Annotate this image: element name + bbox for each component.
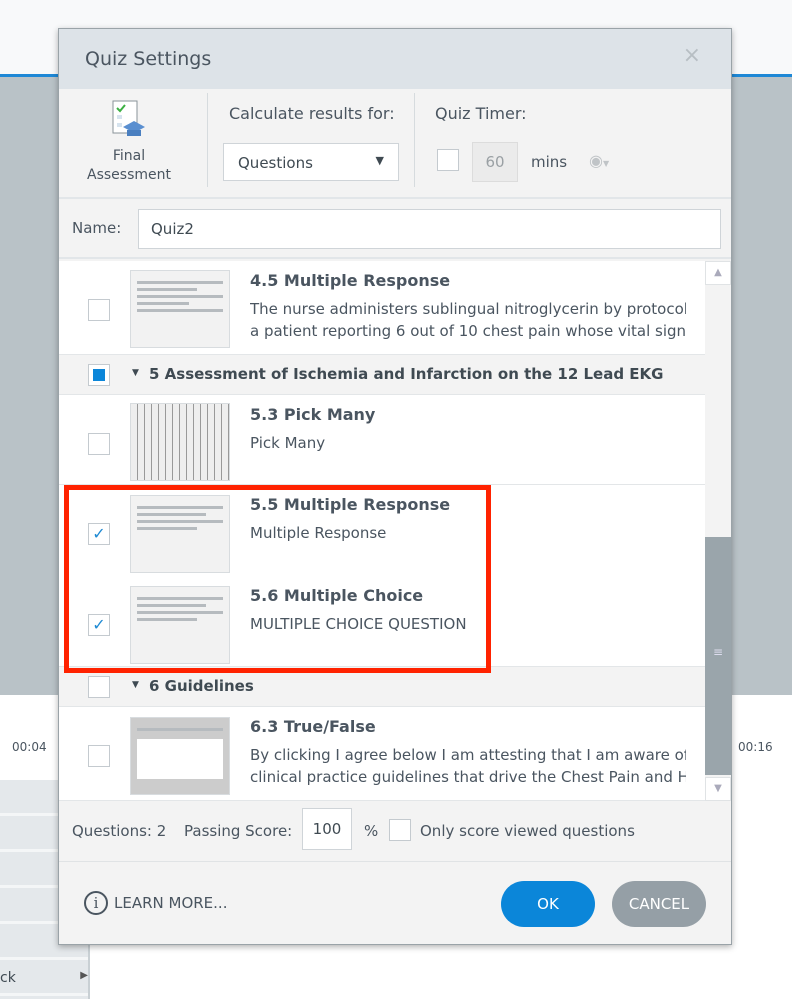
scroll-up-icon[interactable]: ▲: [705, 261, 731, 285]
timer-label: Quiz Timer:: [435, 104, 527, 123]
question-desc: The nurse administers sublingual nitrogl…: [250, 300, 686, 318]
name-input[interactable]: Quiz2: [138, 209, 721, 249]
ok-button[interactable]: OK: [501, 881, 595, 927]
only-viewed-label: Only score viewed questions: [420, 822, 635, 840]
close-icon[interactable]: ×: [683, 43, 701, 68]
cancel-button[interactable]: CANCEL: [612, 881, 706, 927]
group-checkbox[interactable]: [88, 676, 110, 698]
timer-checkbox[interactable]: [437, 149, 459, 171]
calc-label: Calculate results for:: [229, 104, 395, 123]
question-desc: clinical practice guidelines that drive …: [250, 768, 686, 786]
list-item[interactable]: 4.5 Multiple Response The nurse administ…: [59, 261, 705, 355]
chevron-down-icon: ▼: [375, 154, 384, 167]
question-desc: By clicking I agree below I am attesting…: [250, 746, 686, 764]
question-title: 6.3 True/False: [250, 717, 376, 736]
info-icon: i: [84, 891, 108, 915]
highlight-box: [64, 485, 491, 673]
quiz-type-button[interactable]: Final Assessment: [79, 99, 179, 185]
question-thumbnail: [130, 270, 230, 348]
question-checkbox[interactable]: [88, 745, 110, 767]
group-checkbox[interactable]: [88, 364, 110, 386]
learn-more-label: LEARN MORE...: [114, 894, 228, 912]
question-thumbnail: [130, 403, 230, 481]
question-desc: Pick Many: [250, 434, 326, 452]
list-item[interactable]: 6.3 True/False By clicking I agree below…: [59, 707, 705, 801]
timeline-time: 00:16: [738, 740, 773, 754]
question-thumbnail: [130, 717, 230, 795]
scrollbar[interactable]: ▲ ≡ ▼: [705, 261, 731, 801]
timer-unit: mins: [531, 153, 568, 171]
question-desc: a patient reporting 6 out of 10 chest pa…: [250, 322, 686, 340]
group-title: 6 Guidelines: [149, 677, 254, 695]
question-title: 5.3 Pick Many: [250, 405, 376, 424]
scroll-thumb[interactable]: ≡: [705, 537, 731, 775]
collapse-icon[interactable]: ▼: [132, 680, 139, 690]
stopwatch-icon[interactable]: ◉▼: [589, 151, 609, 170]
passing-score-input[interactable]: 100: [302, 808, 352, 850]
group-row[interactable]: ▼ 5 Assessment of Ischemia and Infarctio…: [59, 355, 705, 395]
question-checkbox[interactable]: [88, 299, 110, 321]
name-label: Name:: [72, 219, 122, 237]
track-label[interactable]: ck: [0, 970, 16, 993]
question-count: Questions: 2: [72, 822, 167, 840]
quiz-type-label: Final Assessment: [87, 148, 171, 183]
timeline-time: 00:04: [12, 740, 47, 754]
timer-input[interactable]: 60: [472, 142, 518, 182]
list-item[interactable]: 5.3 Pick Many Pick Many: [59, 395, 705, 485]
group-title: 5 Assessment of Ischemia and Infarction …: [149, 365, 664, 383]
assessment-icon: [112, 100, 145, 136]
question-checkbox[interactable]: [88, 433, 110, 455]
learn-more-link[interactable]: i LEARN MORE...: [84, 891, 227, 915]
scroll-down-icon[interactable]: ▼: [705, 777, 731, 801]
question-title: 4.5 Multiple Response: [250, 271, 451, 290]
collapse-icon[interactable]: ▼: [132, 368, 139, 378]
calc-select[interactable]: Questions ▼: [223, 143, 399, 181]
dialog-title: Quiz Settings: [85, 48, 212, 70]
only-viewed-checkbox[interactable]: [389, 819, 411, 841]
percent-label: %: [364, 822, 379, 840]
calc-value: Questions: [238, 154, 313, 172]
group-row[interactable]: ▼ 6 Guidelines: [59, 667, 705, 707]
passing-label: Passing Score:: [184, 822, 293, 840]
